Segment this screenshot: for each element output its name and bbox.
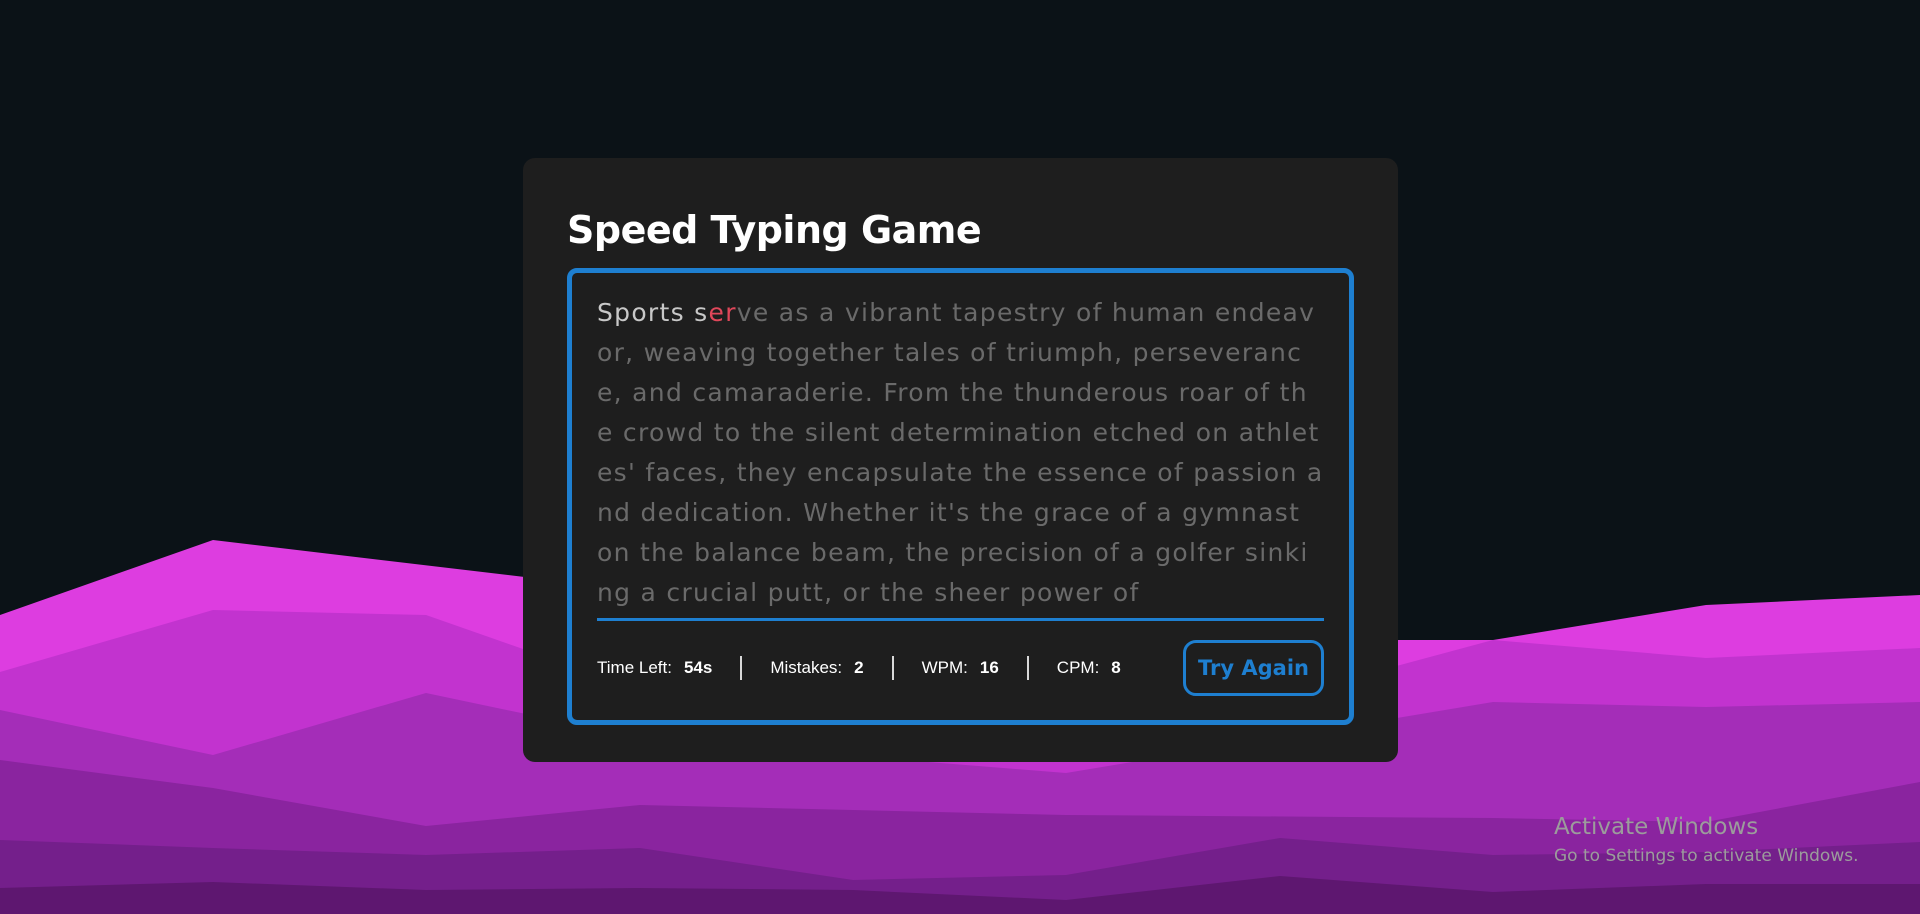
typed-wrong-text: er (708, 298, 737, 327)
watermark-title: Activate Windows (1554, 814, 1759, 840)
mistakes-label: Mistakes: (770, 658, 843, 677)
wpm-value: 16 (979, 658, 999, 677)
stat-time-left: Time Left: 54s (597, 656, 740, 680)
untyped-text: ve as a vibrant tapestry of human endeav… (597, 298, 1324, 607)
time-left-label: Time Left: (597, 658, 672, 677)
typing-text-area[interactable]: Sports serve as a vibrant tapestry of hu… (597, 293, 1324, 621)
stat-mistakes: Mistakes: 2 (740, 656, 891, 680)
mistakes-value: 2 (854, 658, 864, 677)
cpm-value: 8 (1111, 658, 1121, 677)
wpm-label: WPM: (921, 658, 968, 677)
try-again-button[interactable]: Try Again (1183, 640, 1324, 696)
stat-cpm: CPM: 8 (1026, 656, 1149, 680)
game-card: Speed Typing Game Sports serve as a vibr… (523, 158, 1398, 762)
typed-correct-text: Sports s (597, 298, 709, 327)
typing-box[interactable]: Sports serve as a vibrant tapestry of hu… (567, 268, 1354, 725)
time-left-value: 54s (683, 658, 713, 677)
stats-row: Time Left: 54s Mistakes: 2 WPM: 16 CPM: … (597, 637, 1324, 699)
watermark-subtitle: Go to Settings to activate Windows. (1554, 846, 1859, 866)
cpm-label: CPM: (1056, 658, 1100, 677)
activate-windows-watermark: Activate Windows Go to Settings to activ… (1554, 812, 1859, 868)
game-title: Speed Typing Game (567, 208, 982, 252)
stat-wpm: WPM: 16 (891, 656, 1027, 680)
